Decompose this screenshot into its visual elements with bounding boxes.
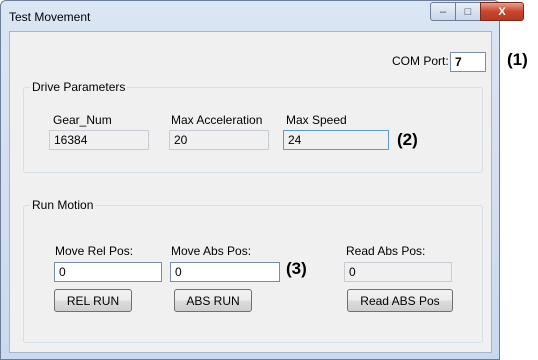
gear-num-field[interactable]: 16384 [49,130,149,150]
run-motion-title: Run Motion [30,198,96,212]
drive-parameters-title: Drive Parameters [30,80,128,94]
maximize-icon[interactable]: □ [455,2,481,21]
max-acceleration-label: Max Acceleration [171,113,263,127]
window-title: Test Movement [9,10,91,24]
read-abs-pos-label: Read Abs Pos: [346,244,426,258]
max-speed-label: Max Speed [286,113,347,127]
annotation-3: (3) [286,259,307,278]
gear-num-label: Gear_Num [53,113,112,127]
annotation-2: (2) [397,130,418,149]
move-abs-pos-label: Move Abs Pos: [171,244,252,258]
title-bar[interactable]: Test Movement – □ X [1,1,524,31]
move-rel-pos-label: Move Rel Pos: [55,244,134,258]
com-port-label: COM Port: [392,54,449,68]
close-icon[interactable]: X [480,2,524,21]
run-motion-group: Run Motion Move Rel Pos: 0 REL RUN Move … [23,198,483,343]
move-abs-pos-input[interactable]: 0 [170,262,280,282]
max-speed-field[interactable]: 24 [283,130,389,150]
minimize-icon[interactable]: – [430,2,456,21]
abs-run-button[interactable]: ABS RUN [174,289,252,312]
move-rel-pos-input[interactable]: 0 [54,262,162,282]
annotation-1: (1) [507,50,528,69]
read-abs-pos-button[interactable]: Read ABS Pos [347,289,453,312]
max-acceleration-field[interactable]: 20 [169,130,269,150]
com-port-input[interactable]: 7 [450,52,486,72]
client-area: COM Port: 7 Drive Parameters Gear_Num 16… [9,31,492,353]
test-movement-window: Test Movement – □ X COM Port: 7 Drive Pa… [0,0,524,360]
read-abs-pos-field[interactable]: 0 [344,262,452,282]
rel-run-button[interactable]: REL RUN [54,289,132,312]
